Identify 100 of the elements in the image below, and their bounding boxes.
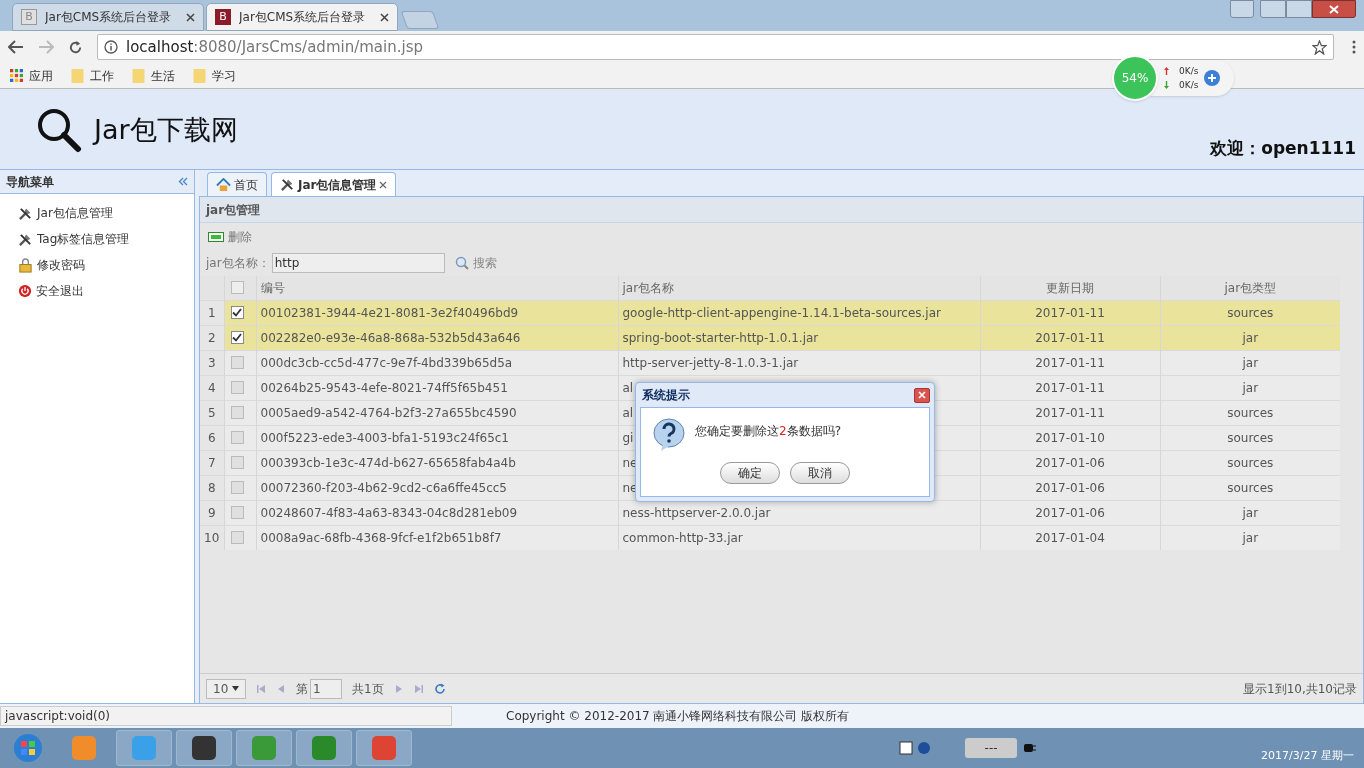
row-number: 8 (200, 475, 224, 500)
question-icon (653, 418, 685, 452)
app-icon (370, 734, 398, 762)
app-icon (250, 734, 278, 762)
row-checkbox[interactable] (230, 431, 244, 444)
nav-item[interactable]: Tag标签信息管理 (18, 230, 194, 248)
url-text: localhost:8080/JarsCms/admin/main.jsp (126, 36, 423, 58)
app-icon (70, 734, 98, 762)
power-icon (18, 284, 32, 298)
bookmark[interactable]: 应用 (10, 66, 53, 85)
back-icon[interactable] (8, 40, 24, 54)
dialog-button[interactable]: 取消 (790, 462, 850, 484)
collapse-icon[interactable] (178, 177, 188, 186)
reload-icon[interactable] (68, 39, 83, 55)
delete-button[interactable]: 删除 (208, 227, 252, 246)
app-icon (310, 734, 338, 762)
close-icon (918, 391, 926, 399)
favicon: B (215, 9, 231, 25)
row-checkbox[interactable] (230, 406, 244, 419)
minimize-button[interactable] (1260, 0, 1286, 18)
row-number: 9 (200, 500, 224, 525)
tab-title: Jar包CMS系统后台登录 (45, 9, 173, 26)
forward-icon[interactable] (38, 40, 54, 54)
browser-tab[interactable]: B Jar包CMS系统后台登录 (206, 3, 398, 31)
tools-icon (280, 177, 295, 192)
select-all-checkbox[interactable] (230, 281, 244, 295)
close-icon (1329, 4, 1339, 14)
nav-item[interactable]: Jar包信息管理 (18, 204, 194, 222)
row-checkbox[interactable] (230, 456, 244, 469)
folder-icon (132, 68, 145, 83)
folder-icon (71, 68, 84, 83)
apps-icon (10, 69, 23, 82)
first-page-icon[interactable] (256, 683, 266, 694)
refresh-icon[interactable] (433, 682, 446, 695)
bookmark[interactable]: 学习 (193, 66, 236, 85)
bookmark[interactable]: 生活 (132, 66, 175, 85)
tools-icon (18, 205, 33, 221)
tab-title: Jar包CMS系统后台登录 (239, 9, 367, 26)
nav-item[interactable]: 修改密码 (18, 256, 194, 274)
tools-icon (18, 231, 33, 247)
status-url: javascript:void(0) (0, 706, 452, 726)
row-number: 6 (200, 425, 224, 450)
row-checkbox[interactable] (230, 381, 244, 394)
close-icon[interactable] (379, 180, 388, 189)
browser-tab[interactable]: B Jar包CMS系统后台登录 (12, 3, 204, 31)
menu-icon[interactable] (1352, 40, 1356, 54)
page-field[interactable]: 1 (310, 678, 342, 699)
download-speed: 0K/s (1179, 79, 1199, 92)
close-icon[interactable] (186, 12, 195, 22)
page-prefix: 第 (296, 680, 308, 698)
nav-item[interactable]: 安全退出 (18, 282, 194, 300)
row-checkbox[interactable] (230, 506, 244, 519)
site-logo-text: Jar包下载网 (94, 112, 238, 147)
row-checkbox[interactable] (230, 331, 244, 344)
table-cell: 0008a9ac-68fb-4368-9fcf-e1f2b651b8f7 (256, 525, 618, 550)
row-number: 2 (200, 325, 224, 350)
row-checkbox[interactable] (230, 481, 244, 494)
address-bar[interactable]: localhost:8080/JarsCms/admin/main.jsp (97, 34, 1334, 60)
upload-speed: 0K/s (1179, 65, 1199, 78)
close-icon[interactable] (380, 12, 389, 22)
taskbar-app[interactable] (176, 730, 232, 766)
table-cell: 2017-01-04 (980, 525, 1160, 550)
app-icon (130, 734, 158, 762)
content-tab[interactable]: 首页 (207, 172, 267, 196)
maximize-button[interactable] (1286, 0, 1312, 18)
prev-page-icon[interactable] (276, 683, 286, 694)
windows-logo-icon (13, 733, 43, 763)
row-checkbox[interactable] (230, 531, 244, 545)
row-number: 5 (200, 400, 224, 425)
page-size-select[interactable]: 10 (206, 678, 246, 699)
new-tab-button[interactable] (400, 11, 440, 29)
user-button[interactable] (1230, 0, 1254, 18)
next-page-icon[interactable] (393, 683, 404, 694)
home-icon (216, 177, 231, 192)
last-page-icon[interactable] (413, 683, 424, 694)
star-icon[interactable] (1312, 39, 1327, 55)
row-number: 10 (200, 525, 224, 550)
row-checkbox[interactable] (230, 306, 244, 319)
table-cell: common-http-33.jar (618, 525, 980, 550)
folder-icon (193, 68, 206, 83)
dropdown-arrow-icon (232, 686, 239, 691)
welcome-text: 欢迎：open1111 (1210, 136, 1356, 160)
page-summary: 显示1到10,共10记录 (1243, 680, 1357, 698)
table-cell: jar (1160, 525, 1340, 550)
search-field[interactable]: http (271, 253, 445, 273)
row-checkbox[interactable] (230, 356, 244, 369)
search-icon (454, 256, 469, 270)
close-button[interactable] (1312, 0, 1356, 18)
up-arrow-icon (1164, 67, 1169, 75)
plus-icon[interactable] (1204, 70, 1221, 86)
content-tab[interactable]: Jar包信息管理 (271, 172, 397, 196)
app-icon (190, 734, 218, 762)
tray-icon[interactable] (899, 741, 914, 755)
row-number: 4 (200, 375, 224, 400)
plug-icon (1021, 742, 1038, 754)
dialog-button[interactable]: 确定 (720, 462, 780, 484)
page-count: 共1页 (352, 680, 384, 698)
row-number: 3 (200, 350, 224, 375)
close-button[interactable] (914, 387, 930, 403)
bookmark[interactable]: 工作 (71, 66, 114, 85)
